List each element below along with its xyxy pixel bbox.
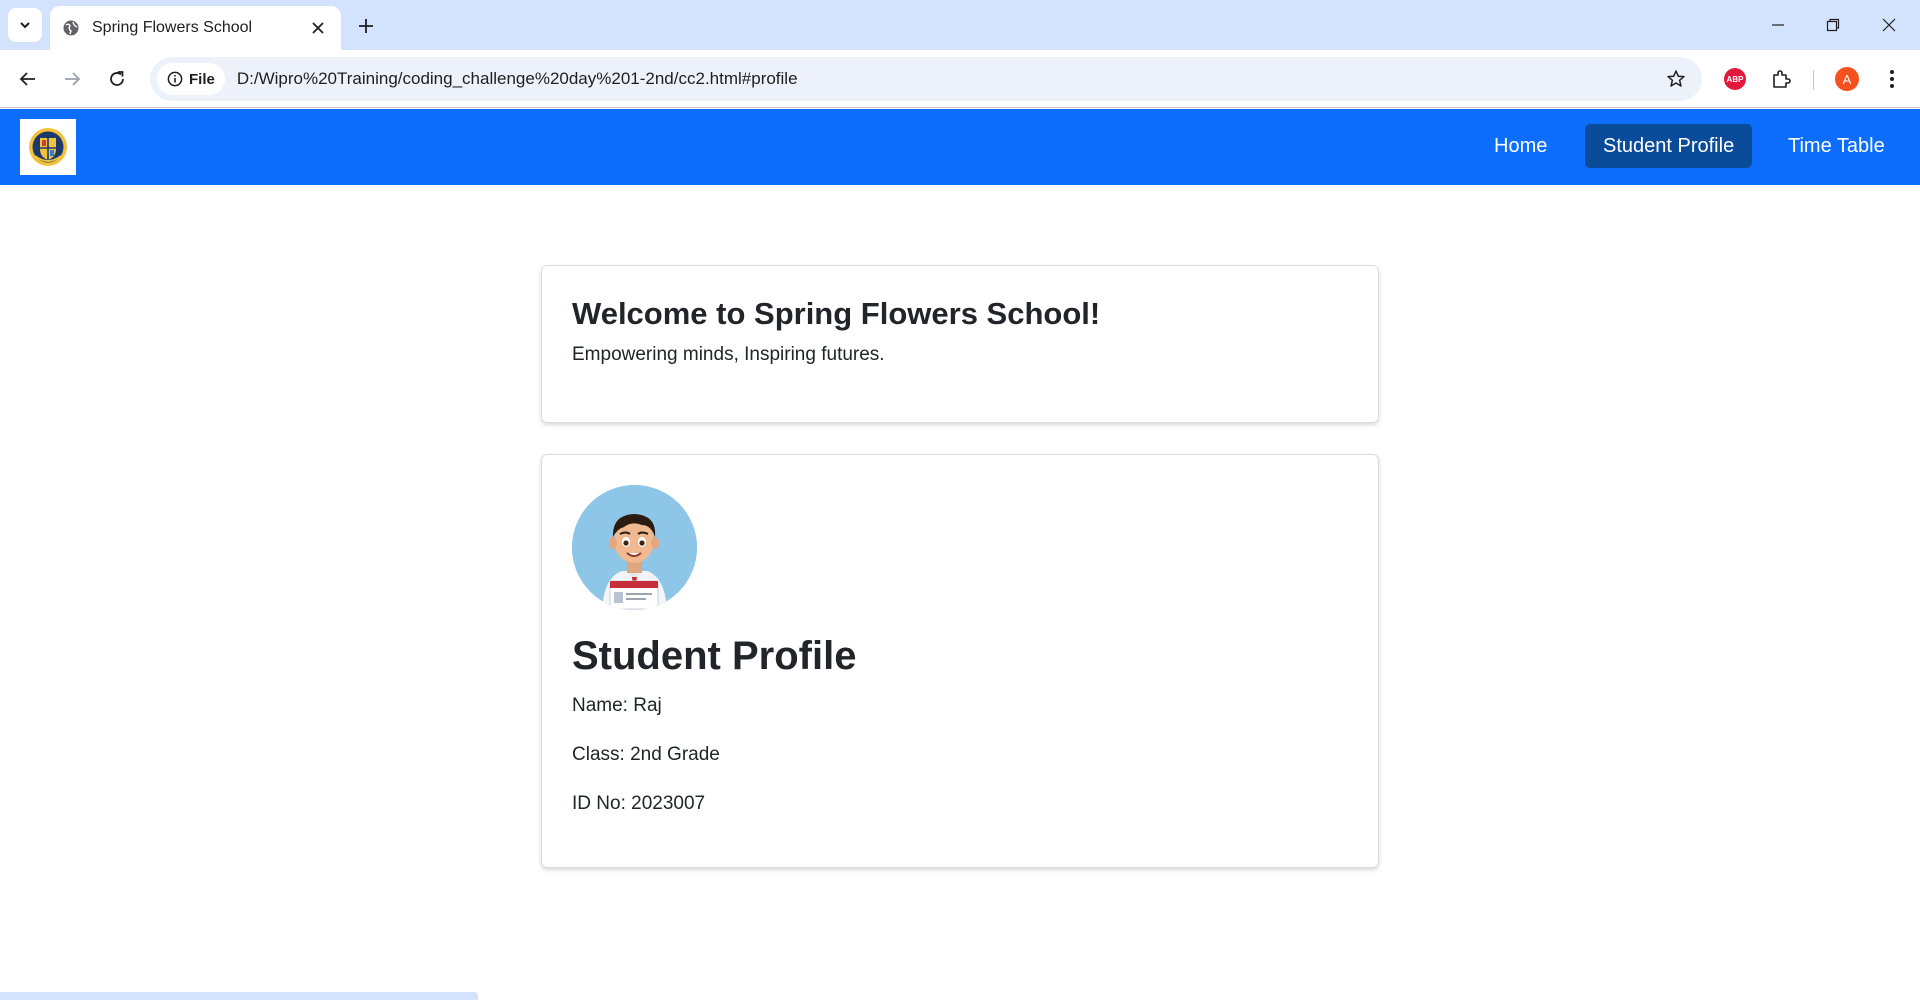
student-avatar-illustration (572, 485, 697, 610)
adblock-extension-button[interactable]: ABP (1719, 63, 1751, 95)
new-tab-button[interactable] (352, 12, 380, 40)
globe-icon (63, 20, 79, 36)
plus-icon (359, 19, 373, 33)
arrow-right-icon (65, 72, 81, 86)
student-photo (572, 485, 697, 610)
arrow-left-icon (19, 72, 35, 86)
star-icon (1667, 70, 1685, 87)
extensions-button[interactable] (1765, 63, 1797, 95)
chevron-down-icon (20, 22, 30, 29)
close-tab-button[interactable] (307, 17, 329, 39)
url-text[interactable]: D:/Wipro%20Training/coding_challenge%20d… (237, 69, 1660, 89)
restore-icon (1826, 18, 1840, 32)
site-chip-label: File (189, 70, 215, 88)
tab-strip: Spring Flowers School (0, 0, 1920, 50)
nav-link-home[interactable]: Home (1476, 124, 1565, 168)
more-vertical-icon (1890, 70, 1894, 88)
site-navbar: Home Student Profile Time Table (0, 109, 1920, 185)
nav-link-time-table[interactable]: Time Table (1770, 124, 1903, 168)
forward-button[interactable] (56, 63, 88, 95)
student-id: ID No: 2023007 (572, 793, 706, 814)
welcome-heading: Welcome to Spring Flowers School! (572, 296, 1101, 331)
student-profile-card: Student Profile Name: Raj Class: 2nd Gra… (541, 454, 1379, 868)
avatar: A (1835, 67, 1859, 91)
welcome-card: Welcome to Spring Flowers School! Empowe… (541, 265, 1379, 423)
nav-link-student-profile[interactable]: Student Profile (1585, 124, 1753, 168)
browser-toolbar: File D:/Wipro%20Training/coding_challeng… (0, 50, 1920, 108)
info-icon (167, 71, 183, 87)
menu-button[interactable] (1876, 63, 1908, 95)
bookmark-button[interactable] (1660, 63, 1692, 95)
puzzle-icon (1773, 70, 1791, 88)
horizontal-scrollbar[interactable] (0, 992, 478, 1000)
reload-button[interactable] (101, 63, 133, 95)
close-icon (1882, 18, 1896, 32)
reload-icon (110, 71, 124, 86)
browser-tab[interactable]: Spring Flowers School (50, 6, 341, 50)
back-button[interactable] (12, 63, 44, 95)
tab-title: Spring Flowers School (92, 19, 253, 36)
school-logo[interactable] (20, 119, 76, 175)
site-info-chip[interactable]: File (157, 63, 225, 95)
student-class: Class: 2nd Grade (572, 744, 720, 765)
address-bar[interactable]: File D:/Wipro%20Training/coding_challeng… (150, 57, 1702, 101)
welcome-tagline: Empowering minds, Inspiring futures. (572, 344, 885, 365)
restore-button[interactable] (1817, 10, 1849, 40)
close-window-button[interactable] (1873, 10, 1905, 40)
minimize-button[interactable] (1762, 10, 1794, 40)
tab-search-button[interactable] (8, 8, 42, 42)
profile-heading: Student Profile (572, 634, 857, 678)
profile-button[interactable]: A (1831, 63, 1863, 95)
student-name: Name: Raj (572, 695, 662, 716)
adblock-icon: ABP (1724, 68, 1746, 90)
minimize-icon (1772, 24, 1784, 26)
close-icon (312, 22, 324, 34)
school-crest-icon (29, 128, 67, 166)
toolbar-divider (1813, 70, 1814, 90)
